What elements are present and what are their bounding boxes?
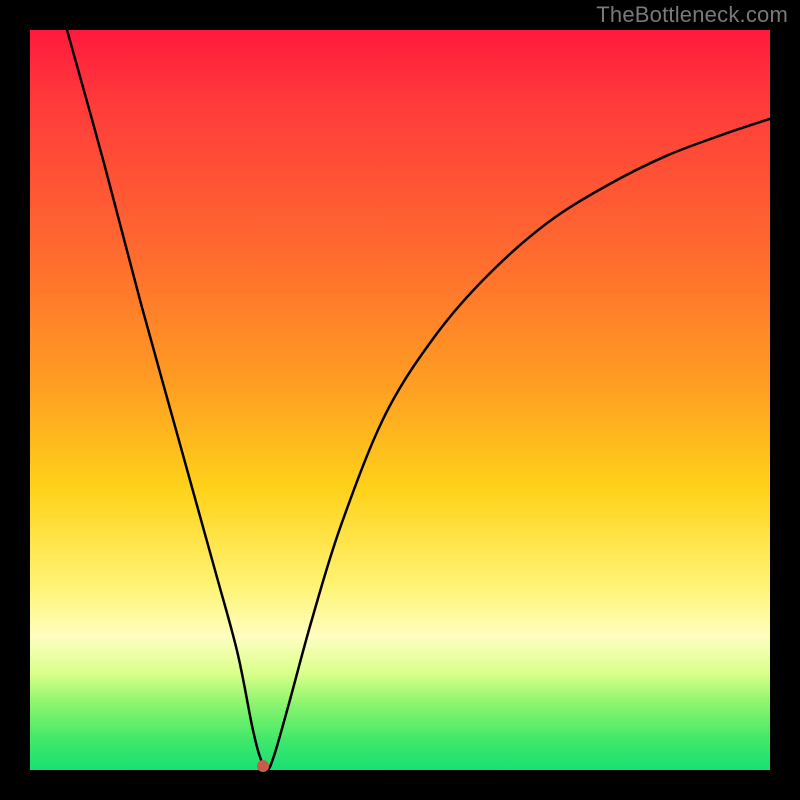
- optimal-point-marker: [257, 760, 269, 772]
- chart-frame: TheBottleneck.com: [0, 0, 800, 800]
- bottleneck-curve: [30, 30, 770, 770]
- plot-area: [30, 30, 770, 770]
- watermark-text: TheBottleneck.com: [596, 2, 788, 28]
